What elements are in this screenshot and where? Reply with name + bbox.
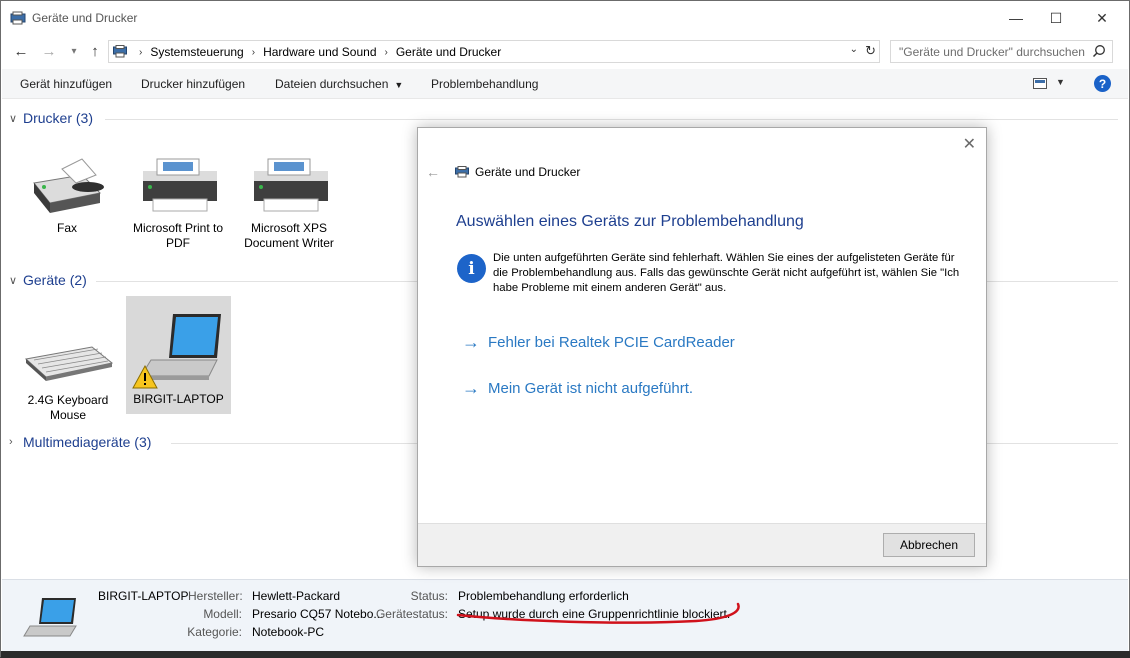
breadcrumb-systemsteuerung[interactable]: Systemsteuerung — [150, 45, 243, 59]
devices-printers-icon — [10, 11, 26, 25]
command-bar: Gerät hinzufügen Drucker hinzufügen Date… — [2, 69, 1128, 99]
devices-printers-window: Geräte und Drucker — ☐ ✕ ← → ▾ ↑ › Syste… — [0, 0, 1130, 658]
device-microsoft-print-to-pdf[interactable]: Microsoft Print to PDF — [126, 153, 230, 251]
refresh-icon[interactable]: ↻ — [865, 43, 876, 59]
dialog-heading: Auswählen eines Geräts zur Problembehand… — [456, 213, 804, 230]
breadcrumb-separator: › — [139, 46, 143, 58]
group-printers-header[interactable]: ∨ Drucker (3) — [9, 110, 93, 126]
back-button[interactable]: ← — [11, 41, 31, 61]
troubleshoot-button[interactable]: Problembehandlung — [431, 77, 538, 91]
add-printer-button[interactable]: Drucker hinzufügen — [141, 77, 245, 91]
details-device-name: BIRGIT-LAPTOP — [98, 589, 189, 603]
group-multimedia-label: Multimediageräte (3) — [23, 434, 152, 450]
dialog-close-icon[interactable]: ✕ — [963, 134, 976, 154]
forward-button[interactable]: → — [39, 41, 59, 61]
manufacturer-label: Hersteller: — [188, 589, 243, 603]
keyboard-icon — [24, 346, 114, 381]
address-bar[interactable]: › Systemsteuerung › Hardware und Sound ›… — [108, 40, 880, 63]
chevron-down-icon: ∨ — [9, 112, 18, 125]
maximize-button[interactable]: ☐ — [1033, 1, 1079, 35]
up-arrow-icon: ↑ — [91, 42, 99, 60]
browse-files-button[interactable]: Dateien durchsuchen ▼ — [275, 77, 403, 91]
minimize-icon: — — [1009, 10, 1023, 26]
group-multimedia-header[interactable]: › Multimediageräte (3) — [9, 434, 151, 450]
category-value: Notebook-PC — [252, 625, 325, 639]
device-keyboard-mouse[interactable]: 2.4G Keyboard Mouse — [17, 335, 119, 423]
chevron-down-icon: ∨ — [9, 274, 18, 287]
dialog-breadcrumb: Geräte und Drucker — [475, 165, 581, 179]
address-row: ← → ▾ ↑ › Systemsteuerung › Hardware und… — [1, 35, 1129, 67]
device-name: 2.4G Keyboard Mouse — [27, 393, 109, 422]
manufacturer-value: Hewlett-Packard — [252, 589, 341, 603]
model-label: Modell: — [203, 607, 242, 621]
option-label: Mein Gerät ist nicht aufgeführt. — [488, 380, 694, 397]
control-panel-icon — [113, 45, 127, 58]
device-microsoft-xps-document-writer[interactable]: Microsoft XPS Document Writer — [237, 153, 341, 251]
info-icon: i — [457, 254, 486, 283]
browse-files-label: Dateien durchsuchen — [275, 77, 389, 91]
breadcrumb-hardware-und-sound[interactable]: Hardware und Sound — [263, 45, 376, 59]
group-divider — [105, 119, 1118, 120]
option-label: Fehler bei Realtek PCIE CardReader — [488, 334, 735, 351]
group-printers-label: Drucker (3) — [23, 110, 94, 126]
info-text: Die unten aufgeführten Geräte sind fehle… — [493, 252, 960, 294]
device-fax[interactable]: Fax — [15, 153, 119, 236]
title-bar: Geräte und Drucker — ☐ ✕ — [1, 1, 1129, 35]
address-dropdown-icon[interactable]: ⌄ — [850, 44, 858, 55]
close-button[interactable]: ✕ — [1079, 1, 1125, 35]
breadcrumb: › Systemsteuerung › Hardware und Sound ›… — [131, 45, 501, 59]
chevron-right-icon: › — [9, 436, 13, 448]
back-arrow-icon: ← — [13, 42, 29, 60]
view-options-icon[interactable] — [1033, 78, 1047, 89]
search-input[interactable]: "Geräte und Drucker" durchsuchen — [890, 40, 1113, 63]
red-underline-annotation — [456, 602, 740, 624]
group-devices-label: Geräte (2) — [23, 272, 87, 288]
breadcrumb-separator: › — [251, 46, 256, 58]
laptop-icon — [131, 314, 221, 389]
arrow-right-icon: → — [462, 332, 480, 352]
forward-arrow-icon: → — [41, 42, 57, 60]
chevron-down-icon: ▾ — [71, 45, 77, 57]
fax-icon — [33, 158, 104, 213]
troubleshooter-dialog: ✕ ← Geräte und Drucker Auswählen eines G… — [417, 127, 987, 567]
status-label: Status: — [410, 589, 448, 603]
laptop-icon — [23, 598, 77, 637]
device-name: Fax — [56, 221, 77, 235]
add-device-button[interactable]: Gerät hinzufügen — [20, 77, 112, 91]
help-icon[interactable]: ? — [1094, 75, 1111, 92]
cancel-button[interactable]: Abbrechen — [883, 533, 975, 557]
dialog-back-icon[interactable]: ← — [426, 164, 440, 180]
arrow-right-icon: → — [462, 378, 480, 398]
model-value: Presario CQ57 Notebo... — [252, 607, 384, 621]
breadcrumb-geraete-und-drucker[interactable]: Geräte und Drucker — [396, 45, 501, 59]
printer-icon — [254, 158, 328, 212]
view-options-caret-icon[interactable]: ▼ — [1056, 77, 1065, 87]
category-label: Kategorie: — [187, 625, 242, 639]
device-status-label: Gerätestatus: — [375, 607, 448, 621]
dialog-footer: Abbrechen — [418, 523, 986, 566]
device-birgit-laptop[interactable]: BIRGIT-LAPTOP — [126, 296, 231, 414]
option-device-not-listed[interactable]: → Mein Gerät ist nicht aufgeführt. — [462, 378, 693, 399]
option-realtek-cardreader[interactable]: → Fehler bei Realtek PCIE CardReader — [462, 332, 735, 353]
recent-locations-button[interactable]: ▾ — [64, 41, 84, 61]
search-icon[interactable] — [1092, 44, 1106, 58]
printer-icon — [143, 158, 217, 212]
breadcrumb-separator: › — [384, 46, 388, 58]
device-name: Microsoft Print to PDF — [132, 221, 224, 250]
maximize-icon: ☐ — [1049, 9, 1063, 26]
devices-printers-icon — [455, 166, 469, 178]
up-button[interactable]: ↑ — [85, 41, 105, 61]
device-name: BIRGIT-LAPTOP — [133, 392, 224, 406]
search-placeholder: "Geräte und Drucker" durchsuchen — [899, 45, 1085, 59]
window-title: Geräte und Drucker — [32, 11, 138, 25]
chevron-down-icon: ▼ — [394, 80, 404, 90]
close-icon: ✕ — [1096, 9, 1108, 26]
device-name: Microsoft XPS Document Writer — [244, 221, 334, 250]
group-devices-header[interactable]: ∨ Geräte (2) — [9, 272, 87, 288]
